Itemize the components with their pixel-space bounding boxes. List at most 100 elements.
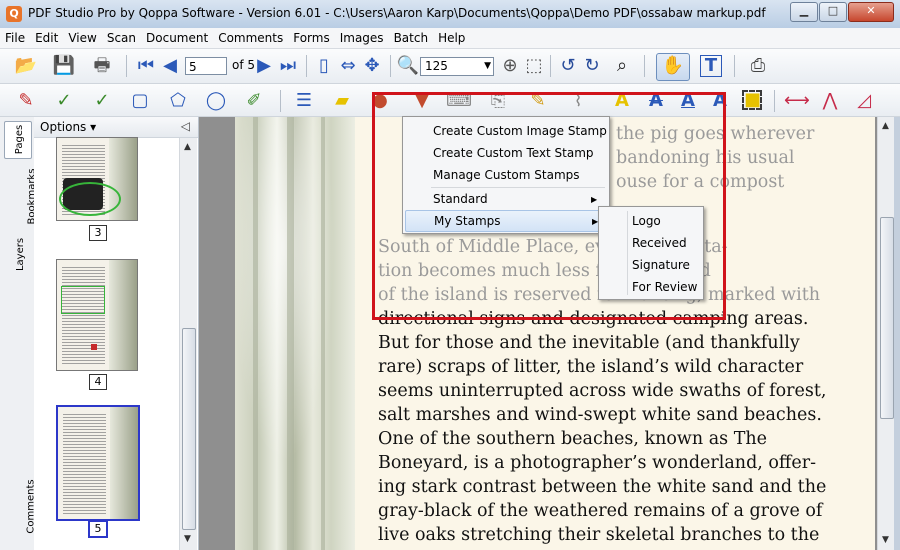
zoom-select[interactable]: 125 ▼ [420,57,494,76]
menu-edit[interactable]: Edit [30,28,63,48]
open-folder-icon[interactable]: 📂 [14,54,38,78]
stamp-dropdown-icon[interactable]: ▼ [410,89,434,113]
my-stamps-item[interactable]: My Stamps ▶ [405,210,605,232]
side-tab-strip: Pages Bookmarks Layers Comments [0,117,37,550]
toolbar-separator [774,90,775,112]
text-line: directional signs and designated camping… [378,309,809,329]
document-scrollbar[interactable]: ▲ ▼ [877,117,895,550]
stamp-for-review-item[interactable]: For Review [632,280,697,294]
standard-stamps-item[interactable]: Standard [433,192,488,206]
menu-batch[interactable]: Batch [389,28,434,48]
zoom-value: 125 [425,59,448,73]
area-highlight-icon[interactable]: ■ [742,90,762,110]
fit-page-icon[interactable]: ▯ [312,54,336,78]
save-icon[interactable]: 💾 [52,54,76,78]
find-binoculars-icon[interactable]: ⌕ [610,54,634,78]
zoom-in-icon[interactable]: ⊕ [498,54,522,78]
text-box-icon[interactable]: ☰ [292,89,316,113]
tab-comments[interactable]: Comments [4,477,37,537]
scroll-down-icon[interactable]: ▼ [882,535,889,545]
menu-forms[interactable]: Forms [288,28,334,48]
text-line: rare) scraps of litter, the island’s wil… [378,357,804,377]
text-line: salt marshes and wind-swept white sand b… [378,405,822,425]
highlight-text-icon[interactable]: A [610,89,634,113]
manage-stamps-item[interactable]: Manage Custom Stamps [433,168,580,182]
previous-page-icon[interactable]: ◀ [158,54,182,78]
first-page-icon[interactable]: ⏮ [134,54,158,78]
keyboard-icon[interactable]: ⌨ [446,89,472,113]
zoom-area-icon[interactable]: ⬚ [522,54,546,78]
stamp-logo-item[interactable]: Logo [632,214,661,228]
menu-file[interactable]: File [0,28,30,48]
sticky-note-icon[interactable]: ▰ [330,89,354,113]
scanner-icon[interactable]: ⎙ [746,54,770,78]
toolbar-separator [280,90,281,112]
fit-visible-icon[interactable]: ✥ [360,54,384,78]
line-tool-icon[interactable]: ⟷ [784,89,810,113]
hand-tool-icon[interactable]: ✋ [656,53,690,81]
menu-scan[interactable]: Scan [102,28,141,48]
tab-bookmarks[interactable]: Bookmarks [4,167,37,227]
page-number-label: 3 [89,225,107,241]
page-thumbnail-selected[interactable] [56,405,140,521]
menu-comments[interactable]: Comments [213,28,288,48]
polygon-line-icon[interactable]: ◿ [852,89,876,113]
collapse-panel-icon[interactable]: ◁ [181,119,190,133]
line-pen-icon[interactable]: ✓ [90,89,114,113]
create-text-stamp-item[interactable]: Create Custom Text Stamp [433,146,594,160]
menu-document[interactable]: Document [141,28,213,48]
page-number-input[interactable]: 5 [185,57,227,75]
text-line: Boneyard, is a photographer’s wonderland… [378,453,816,473]
scroll-up-icon[interactable]: ▲ [184,142,191,152]
next-page-icon[interactable]: ▶ [252,54,276,78]
underline-text-icon[interactable]: A [676,89,700,113]
text-select-icon[interactable]: T [700,55,722,77]
text-line: the pig goes wherever [616,124,815,144]
scrollbar-thumb[interactable] [880,217,894,419]
freehand-tool-icon[interactable]: ✐ [242,89,266,113]
scroll-down-icon[interactable]: ▼ [184,534,191,544]
options-dropdown[interactable]: Options ▾ [40,120,96,134]
app-logo-icon: Q [6,6,22,22]
menu-help[interactable]: Help [433,28,470,48]
minimize-button[interactable]: ▁ [790,2,818,22]
pencil-draw-icon[interactable]: ✎ [14,89,38,113]
polygon-tool-icon[interactable]: ⬠ [166,89,190,113]
menu-images[interactable]: Images [335,28,389,48]
toolbar-separator [550,55,551,77]
rotate-cw-icon[interactable]: ↻ [580,54,604,78]
create-image-stamp-item[interactable]: Create Custom Image Stamp [433,124,607,138]
rectangle-tool-icon[interactable]: ▢ [128,89,152,113]
scroll-up-icon[interactable]: ▲ [882,121,889,131]
last-page-icon[interactable]: ⏭ [276,54,300,78]
attachment-icon[interactable]: ⎘ [486,89,510,113]
text-line: ouse for a compost [616,172,785,192]
page-thumbnail[interactable] [56,137,138,221]
file-attach-icon[interactable]: ✎ [526,89,550,113]
tab-pages[interactable]: Pages [4,121,32,159]
stamp-context-menu: Create Custom Image Stamp Create Custom … [402,116,610,234]
rotate-ccw-icon[interactable]: ↺ [556,54,580,78]
tab-layers[interactable]: Layers [4,235,30,273]
polyline-tool-icon[interactable]: ⋀ [818,89,842,113]
page-thumbnail[interactable] [56,259,138,371]
print-icon[interactable]: 🖶 [90,54,114,78]
toolbar-separator [644,55,645,77]
squiggly-text-icon[interactable]: A [708,89,732,113]
submenu-arrow-icon: ▶ [591,195,598,204]
stamp-received-item[interactable]: Received [632,236,687,250]
strikeout-text-icon[interactable]: A [644,89,668,113]
check-pen-icon[interactable]: ✓ [52,89,76,113]
menu-view[interactable]: View [63,28,101,48]
thumbnail-scrollbar[interactable]: ▲ ▼ [179,138,197,550]
close-button[interactable]: ✕ [848,2,894,22]
stamp-icon[interactable]: ● [368,89,392,113]
scrollbar-thumb[interactable] [182,328,196,530]
fit-width-icon[interactable]: ⇔ [336,54,360,78]
zoom-out-icon[interactable]: 🔍 [396,54,420,78]
text-line: seems uninterrupted across wide swaths o… [378,381,827,401]
stamp-signature-item[interactable]: Signature [632,258,690,272]
maximize-button[interactable]: □ [819,2,847,22]
ellipse-tool-icon[interactable]: ◯ [204,89,228,113]
paperclip-icon[interactable]: ⌇ [566,89,590,113]
